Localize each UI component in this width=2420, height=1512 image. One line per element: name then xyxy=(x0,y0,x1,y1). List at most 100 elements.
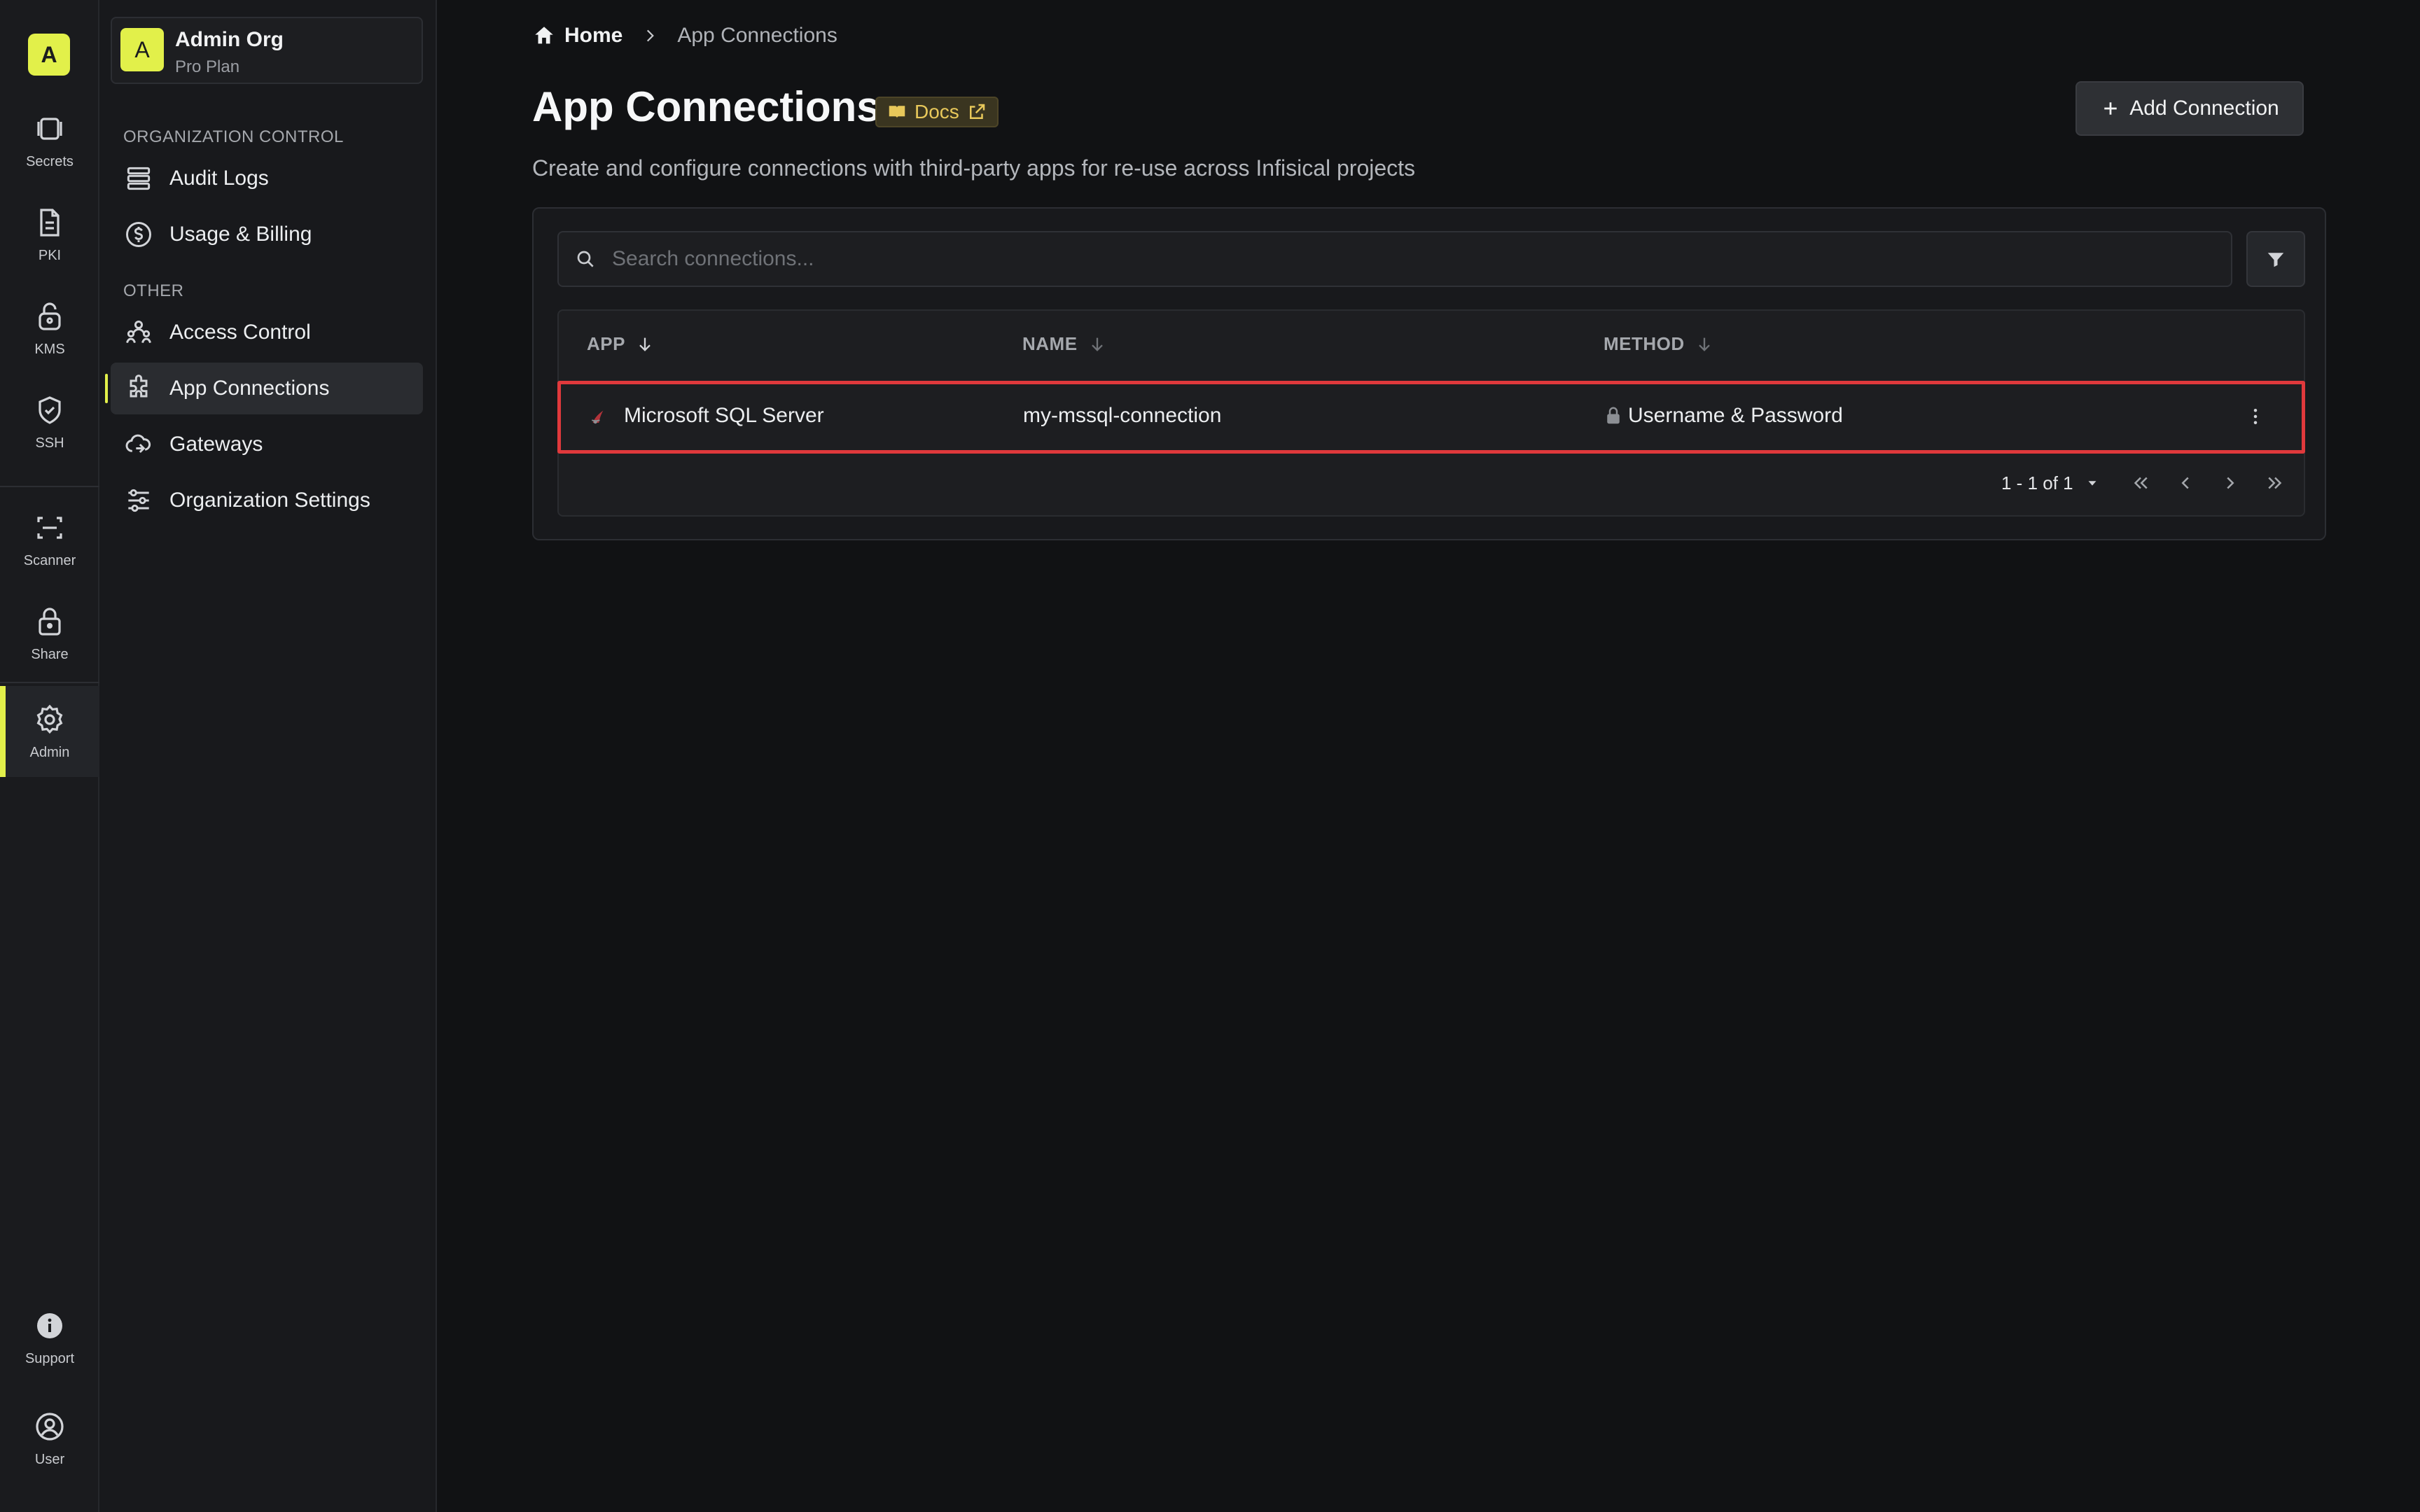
docs-link[interactable]: Docs xyxy=(875,97,999,127)
sort-arrow-icon xyxy=(1091,337,1103,351)
column-header-method[interactable]: METHOD xyxy=(1604,333,1714,355)
filter-icon xyxy=(2267,253,2284,267)
docs-label: Docs xyxy=(915,101,959,122)
shield-check-icon xyxy=(33,393,67,427)
page-subtitle: Create and configure connections with th… xyxy=(532,155,1416,181)
org-logo[interactable]: A xyxy=(28,34,70,76)
breadcrumb-home[interactable]: Home xyxy=(532,24,623,48)
add-connection-label: Add Connection xyxy=(2129,97,2279,120)
connections-table: APP NAME METHOD Microsoft SQL Server my-… xyxy=(557,309,2305,517)
last-page-button[interactable] xyxy=(2261,469,2289,497)
method-label: Username & Password xyxy=(1628,404,1843,427)
sidebar-item-label: Access Control xyxy=(169,321,311,344)
rail-item-scanner[interactable]: Scanner xyxy=(0,494,99,585)
filter-button[interactable] xyxy=(2246,231,2305,287)
column-header-app[interactable]: APP xyxy=(587,333,655,355)
rail-item-label: Support xyxy=(25,1350,75,1366)
app-root: A Secrets PKI KMS SSH Scanner Share Admi… xyxy=(0,0,2420,1512)
table-row[interactable]: Microsoft SQL Server my-mssql-connection… xyxy=(557,381,2305,454)
chevron-right-icon xyxy=(2226,477,2234,489)
first-page-button[interactable] xyxy=(2127,469,2155,497)
rail-item-admin[interactable]: Admin xyxy=(0,686,99,777)
search-box xyxy=(557,231,2232,287)
sidebar-item-label: Organization Settings xyxy=(169,489,370,512)
rail-item-kms[interactable]: KMS xyxy=(0,283,99,374)
sort-arrow-icon xyxy=(639,337,651,351)
rail-item-label: Share xyxy=(31,646,69,662)
sidebar-item-app-connections[interactable]: App Connections xyxy=(105,363,423,414)
add-connection-button[interactable]: Add Connection xyxy=(2075,81,2304,136)
next-page-button[interactable] xyxy=(2216,469,2244,497)
dollar-icon xyxy=(123,219,154,250)
search-input[interactable] xyxy=(611,246,2231,272)
sidebar-item-label: Gateways xyxy=(169,433,263,456)
cell-method: Username & Password xyxy=(1603,404,1843,428)
search-icon xyxy=(577,251,594,267)
sidebar: A Admin Org Pro Plan ORGANIZATION CONTRO… xyxy=(99,0,437,1512)
org-switcher[interactable]: A Admin Org Pro Plan xyxy=(111,17,423,84)
info-icon xyxy=(33,1309,67,1343)
column-header-label: APP xyxy=(587,333,625,354)
column-header-name[interactable]: NAME xyxy=(1022,333,1107,355)
external-link-icon xyxy=(969,104,985,119)
column-header-label: NAME xyxy=(1022,333,1078,354)
column-header-label: METHOD xyxy=(1604,333,1685,354)
pagination: 1 - 1 of 1 xyxy=(2001,469,2289,497)
chevrons-left-icon xyxy=(2134,477,2148,489)
org-avatar: A xyxy=(120,28,164,71)
cell-name: my-mssql-connection xyxy=(1023,404,1222,427)
rail-item-label: Secrets xyxy=(26,153,74,169)
cell-app: Microsoft SQL Server xyxy=(587,404,824,428)
lock-key-icon xyxy=(33,300,67,333)
rail-item-label: Admin xyxy=(29,744,70,760)
chevron-right-icon xyxy=(647,29,655,42)
rail-item-secrets[interactable]: Secrets xyxy=(0,95,99,186)
users-icon xyxy=(123,317,154,348)
chevron-left-icon xyxy=(2181,477,2189,489)
org-name: Admin Org xyxy=(175,28,284,51)
user-icon xyxy=(33,1410,67,1443)
connections-panel: APP NAME METHOD Microsoft SQL Server xyxy=(532,207,2326,540)
pagination-range: 1 - 1 of 1 xyxy=(2001,472,2073,493)
previous-page-button[interactable] xyxy=(2171,469,2199,497)
rail-item-pki[interactable]: PKI xyxy=(0,189,99,280)
page-title: App Connections xyxy=(532,83,880,130)
sidebar-item-access-control[interactable]: Access Control xyxy=(111,307,423,358)
sidebar-item-label: App Connections xyxy=(169,377,330,400)
rail-item-label: SSH xyxy=(35,435,64,451)
page-size-select[interactable]: 1 - 1 of 1 xyxy=(2001,472,2100,494)
scan-icon xyxy=(33,511,67,545)
gear-icon xyxy=(33,703,67,736)
rail-item-ssh[interactable]: SSH xyxy=(0,377,99,468)
caret-down-icon xyxy=(2088,481,2096,486)
home-icon xyxy=(535,27,553,44)
sidebar-item-usage-billing[interactable]: Usage & Billing xyxy=(111,209,423,260)
org-plan: Pro Plan xyxy=(175,57,240,76)
rail-item-label: User xyxy=(34,1451,65,1467)
rail-item-label: KMS xyxy=(34,341,65,357)
chevrons-right-icon xyxy=(2267,477,2281,489)
sort-arrow-icon xyxy=(1698,337,1710,351)
breadcrumb-home-label: Home xyxy=(564,24,623,47)
cloud-icon xyxy=(123,429,154,460)
app-name: Microsoft SQL Server xyxy=(624,404,824,427)
plus-icon xyxy=(2104,102,2117,115)
rail-divider xyxy=(0,682,99,683)
section-label-organization-control: ORGANIZATION CONTROL xyxy=(123,127,344,146)
main-content: Home App Connections App Connections Doc… xyxy=(437,0,2420,1512)
rail-item-support[interactable]: Support xyxy=(0,1292,99,1383)
row-options-button[interactable] xyxy=(2241,402,2269,430)
rail-item-label: PKI xyxy=(38,247,62,263)
more-vertical-icon xyxy=(2253,409,2258,424)
rail-divider xyxy=(0,486,99,487)
lock-icon xyxy=(33,605,67,638)
document-icon xyxy=(33,206,67,239)
sidebar-item-gateways[interactable]: Gateways xyxy=(111,419,423,470)
mssql-app-icon xyxy=(591,410,604,424)
list-icon xyxy=(123,163,154,194)
sidebar-item-audit-logs[interactable]: Audit Logs xyxy=(111,153,423,204)
rail-item-share[interactable]: Share xyxy=(0,588,99,679)
puzzle-icon xyxy=(123,373,154,404)
sidebar-item-organization-settings[interactable]: Organization Settings xyxy=(111,475,423,526)
rail-item-user[interactable]: User xyxy=(0,1393,99,1484)
